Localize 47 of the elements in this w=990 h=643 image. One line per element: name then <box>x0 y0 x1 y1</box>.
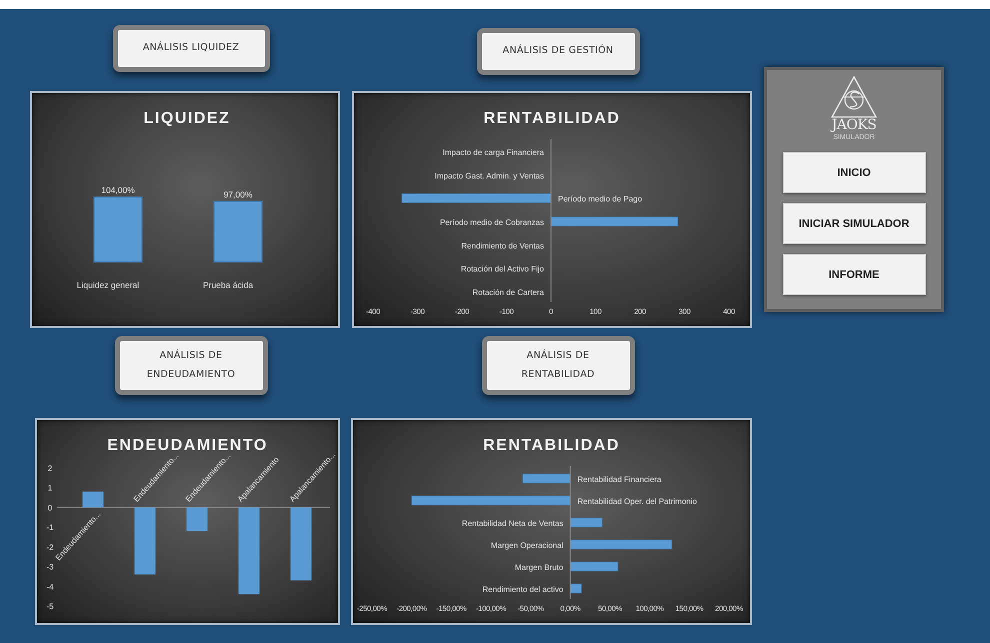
bar <box>214 200 262 262</box>
bar <box>570 584 582 594</box>
category-label: Rentabilidad Financiera <box>577 475 662 484</box>
data-label: 104,00% <box>101 185 135 195</box>
menu-button[interactable]: INICIO <box>782 152 926 193</box>
chart-title: ENDEUDAMIENTO <box>107 437 268 454</box>
category-label: Rotación de Cartera <box>472 288 544 297</box>
menu-button[interactable]: INICIAR SIMULADOR <box>782 203 926 244</box>
category-label: Impacto de carga Financiera <box>442 148 544 157</box>
section-button[interactable]: ANÁLISIS DE RENTABILIDAD <box>482 336 634 395</box>
section-button[interactable]: ANÁLISIS DE ENDEUDAMIENTO <box>114 336 268 395</box>
chart-title: LIQUIDEZ <box>144 110 230 127</box>
bar <box>570 562 618 572</box>
category-label: Margen Bruto <box>514 563 564 572</box>
category-label: Rentabilidad Oper. del Patrimonio <box>577 497 697 506</box>
chart-title: RENTABILIDAD <box>483 437 620 454</box>
axis-label: 0 <box>48 503 52 512</box>
axis-label: 2 <box>48 464 52 473</box>
category-label: Período medio de Pago <box>558 194 642 204</box>
category-label: Impacto Gast. Admin. y Ventas <box>434 171 544 180</box>
category-label: Margen Operacional <box>490 541 564 550</box>
section-button[interactable]: ANÁLISIS LIQUIDEZ <box>112 25 270 72</box>
bar <box>134 507 156 574</box>
category-label: Rendimiento del activo <box>482 585 564 594</box>
category-label: Prueba ácida <box>202 280 254 290</box>
bar <box>522 474 571 484</box>
category-label: Rentabilidad Neta de Ventas <box>462 519 564 528</box>
logo-name: JAOKS <box>832 118 876 133</box>
bar <box>82 492 104 508</box>
category-label: Rotación del Activo Fijo <box>460 264 544 274</box>
axis-label: -2 <box>46 542 54 552</box>
axis-label: -4 <box>46 582 54 592</box>
bar <box>94 196 142 262</box>
bar <box>186 507 208 532</box>
section-button[interactable]: ANÁLISIS DE GESTIÓN <box>476 28 640 75</box>
bar <box>570 518 602 528</box>
category-label: Período medio de Cobranzas <box>440 218 544 227</box>
axis-label: -5 <box>46 602 54 611</box>
logo-icon <box>831 76 877 118</box>
data-label: 97,00% <box>224 189 252 200</box>
axis-label: 1 <box>48 484 52 493</box>
axis-label: -1 <box>46 523 54 532</box>
category-label: Liquidez general <box>76 280 140 290</box>
menu-button[interactable]: INFORME <box>782 254 926 295</box>
chart-title: RENTABILIDAD <box>484 110 620 127</box>
category-label: Rendimiento de Ventas <box>461 241 544 250</box>
axis-label: -3 <box>46 562 54 572</box>
